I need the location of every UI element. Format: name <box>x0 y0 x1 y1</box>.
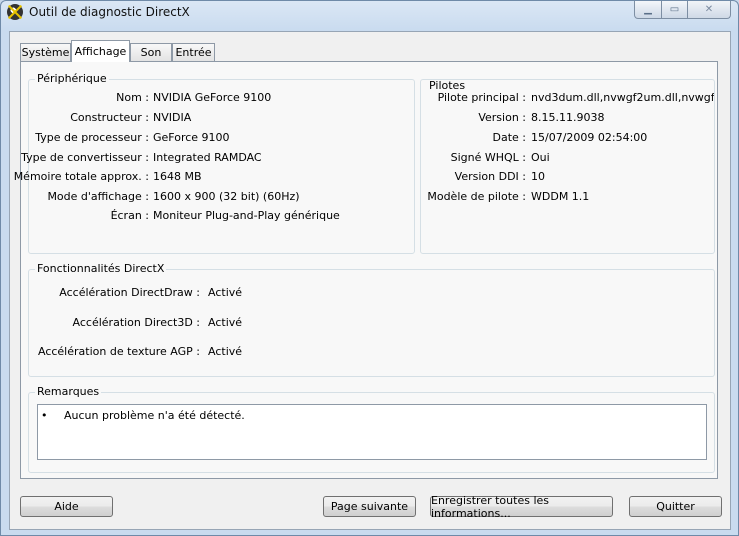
device-row-chip-type: Type de processeur : GeForce 9100 <box>29 131 404 147</box>
tab-affichage[interactable]: Affichage <box>71 40 130 62</box>
driver-row-whql: Signé WHQL : Oui <box>421 151 711 167</box>
dac-type-value: Integrated RAMDAC <box>153 151 262 164</box>
device-row-name: Nom : NVIDIA GeForce 9100 <box>29 91 404 107</box>
title-bar[interactable]: Outil de diagnostic DirectX ▁ ▭ ✕ <box>1 1 738 23</box>
feature-row-agp: Accélération de texture AGP : Activé <box>29 345 329 361</box>
chip-type-label: Type de processeur : <box>35 131 149 144</box>
driver-version-value: 8.15.11.9038 <box>531 111 605 124</box>
features-group-label: Fonctionnalités DirectX <box>35 262 167 275</box>
manufacturer-value: NVIDIA <box>153 111 192 124</box>
maximize-icon: ▭ <box>669 4 680 15</box>
device-name-label: Nom : <box>116 91 149 104</box>
minimize-button[interactable]: ▁ <box>634 1 662 19</box>
driver-row-main: Pilote principal : nvd3dum.dll,nvwgf2um.… <box>421 91 714 107</box>
directx-icon <box>7 4 23 20</box>
feature-row-directdraw: Accélération DirectDraw : Activé <box>29 286 329 302</box>
driver-date-label: Date : <box>492 131 527 144</box>
agp-label: Accélération de texture AGP : <box>37 345 200 358</box>
notes-textbox[interactable]: • Aucun problème n'a été détecté. <box>37 404 707 460</box>
monitor-value: Moniteur Plug-and-Play générique <box>153 209 340 222</box>
driver-date-value: 15/07/2009 02:54:00 <box>531 131 648 144</box>
driver-row-ddi: Version DDI : 10 <box>421 170 711 186</box>
driver-row-model: Modèle de pilote : WDDM 1.1 <box>421 190 711 206</box>
notes-group-label: Remarques <box>35 385 102 398</box>
driver-version-label: Version : <box>478 111 526 124</box>
tab-son[interactable]: Son <box>130 43 172 61</box>
help-button[interactable]: Aide <box>20 496 113 517</box>
directx-diagnostic-window: Outil de diagnostic DirectX ▁ ▭ ✕ Systèm… <box>0 0 739 536</box>
direct3d-label: Accélération Direct3D : <box>72 316 200 329</box>
memory-label: Mémoire totale approx. : <box>13 170 149 183</box>
device-row-dac-type: Type de convertisseur : Integrated RAMDA… <box>21 151 404 167</box>
ddi-version-value: 10 <box>531 170 545 183</box>
directdraw-value: Activé <box>208 286 243 299</box>
memory-value: 1648 MB <box>153 170 202 183</box>
notes-group: Remarques • Aucun problème n'a été détec… <box>28 385 715 473</box>
note-bullet: • <box>41 409 48 422</box>
device-name-value: NVIDIA GeForce 9100 <box>153 91 272 104</box>
device-row-memory: Mémoire totale approx. : 1648 MB <box>14 170 404 186</box>
display-mode-value: 1600 x 900 (32 bit) (60Hz) <box>153 190 300 203</box>
minimize-icon: ▁ <box>644 4 652 15</box>
next-page-button[interactable]: Page suivante <box>323 496 416 517</box>
main-driver-value: nvd3dum.dll,nvwgf2um.dll,nvwgf2um <box>531 91 715 104</box>
driver-row-date: Date : 15/07/2009 02:54:00 <box>421 131 711 147</box>
device-row-manufacturer: Constructeur : NVIDIA <box>29 111 404 127</box>
driver-model-value: WDDM 1.1 <box>531 190 590 203</box>
agp-value: Activé <box>208 345 243 358</box>
feature-row-direct3d: Accélération Direct3D : Activé <box>29 316 329 332</box>
main-driver-label: Pilote principal : <box>437 91 526 104</box>
direct3d-value: Activé <box>208 316 243 329</box>
chip-type-value: GeForce 9100 <box>153 131 230 144</box>
monitor-label: Écran : <box>110 209 149 222</box>
driver-row-version: Version : 8.15.11.9038 <box>421 111 711 127</box>
close-button[interactable]: ✕ <box>687 1 731 19</box>
drivers-group: Pilotes Pilote principal : nvd3dum.dll,n… <box>420 79 715 254</box>
device-group-label: Périphérique <box>35 72 109 85</box>
save-all-info-button[interactable]: Enregistrer toutes les informations... <box>430 494 613 520</box>
directdraw-label: Accélération DirectDraw : <box>59 286 200 299</box>
whql-value: Oui <box>531 151 550 164</box>
window-title: Outil de diagnostic DirectX <box>29 5 190 19</box>
dac-type-label: Type de convertisseur : <box>21 151 149 164</box>
note-item: Aucun problème n'a été détecté. <box>64 409 245 422</box>
quit-button[interactable]: Quitter <box>629 496 722 517</box>
device-group: Périphérique Nom : NVIDIA GeForce 9100 C… <box>14 72 415 254</box>
device-row-monitor: Écran : Moniteur Plug-and-Play générique <box>29 209 404 225</box>
maximize-button[interactable]: ▭ <box>661 1 688 19</box>
driver-model-label: Modèle de pilote : <box>427 190 526 203</box>
directx-features-group: Fonctionnalités DirectX Accélération Dir… <box>28 262 715 377</box>
manufacturer-label: Constructeur : <box>70 111 149 124</box>
whql-label: Signé WHQL : <box>450 151 526 164</box>
affichage-panel: Périphérique Nom : NVIDIA GeForce 9100 C… <box>14 61 718 479</box>
tab-entree[interactable]: Entrée <box>172 43 215 61</box>
tab-systeme[interactable]: Système <box>20 43 71 61</box>
device-row-display-mode: Mode d'affichage : 1600 x 900 (32 bit) (… <box>29 190 404 206</box>
close-icon: ✕ <box>704 4 714 15</box>
ddi-version-label: Version DDI : <box>454 170 526 183</box>
display-mode-label: Mode d'affichage : <box>47 190 149 203</box>
dialog-client-area: Système Affichage Son Entrée Périphériqu… <box>9 31 731 530</box>
